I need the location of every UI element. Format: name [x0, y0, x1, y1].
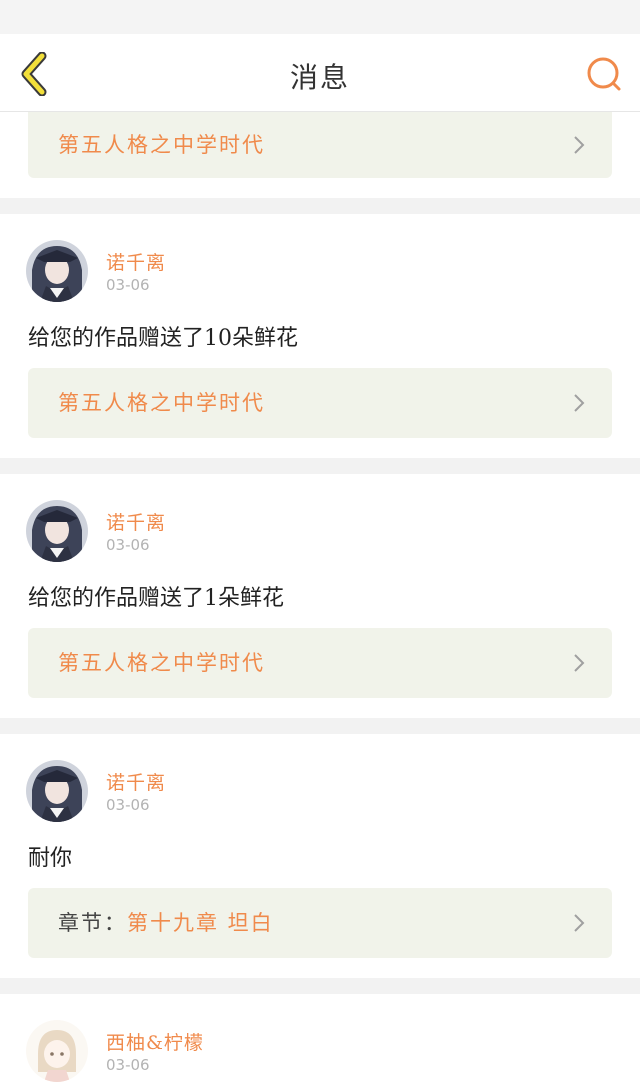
chapter-label: 章节：: [58, 911, 127, 935]
chevron-right-icon: [574, 914, 585, 932]
chapter-link[interactable]: 章节：第十九章 坦白: [28, 888, 612, 958]
message-card: 第五人格之中学时代: [0, 112, 640, 198]
avatar[interactable]: [26, 240, 88, 302]
user-name[interactable]: 诺千离: [106, 768, 166, 795]
work-link[interactable]: 第五人格之中学时代: [28, 112, 612, 178]
message-date: 03-06: [106, 536, 150, 554]
search-icon: [587, 57, 621, 91]
user-name[interactable]: 诺千离: [106, 508, 166, 535]
message-date: 03-06: [106, 276, 150, 294]
message-card: 诺千离 03-06 给您的作品赠送了10朵鲜花 第五人格之中学时代: [0, 214, 640, 458]
work-link[interactable]: 第五人格之中学时代: [28, 628, 612, 698]
user-name[interactable]: 诺千离: [106, 248, 166, 275]
page-title: 消息: [289, 61, 350, 94]
avatar[interactable]: [26, 500, 88, 562]
message-card: 西柚&柠檬 03-06: [0, 994, 640, 1084]
chevron-right-icon: [574, 654, 585, 672]
work-title: 第五人格之中学时代: [58, 651, 265, 675]
chapter-link-text: 章节：第十九章 坦白: [58, 888, 274, 958]
chapter-title: 第十九章 坦白: [127, 911, 274, 935]
avatar[interactable]: [26, 1020, 88, 1082]
message-card: 诺千离 03-06 给您的作品赠送了1朵鲜花 第五人格之中学时代: [0, 474, 640, 718]
message-date: 03-06: [106, 1056, 150, 1074]
message-date: 03-06: [106, 796, 150, 814]
header-bar: 消息: [0, 34, 640, 112]
work-title: 第五人格之中学时代: [58, 133, 265, 157]
message-text: 耐你: [28, 846, 73, 871]
message-text: 给您的作品赠送了1朵鲜花: [28, 586, 284, 611]
message-text: 给您的作品赠送了10朵鲜花: [28, 326, 298, 351]
status-bar: [0, 0, 640, 34]
work-title: 第五人格之中学时代: [58, 391, 265, 415]
work-link[interactable]: 第五人格之中学时代: [28, 368, 612, 438]
user-name[interactable]: 西柚&柠檬: [106, 1028, 204, 1055]
search-button[interactable]: [582, 52, 626, 96]
avatar[interactable]: [26, 760, 88, 822]
chevron-right-icon: [574, 394, 585, 412]
message-card: 诺千离 03-06 耐你 章节：第十九章 坦白: [0, 734, 640, 978]
chevron-right-icon: [574, 136, 585, 154]
